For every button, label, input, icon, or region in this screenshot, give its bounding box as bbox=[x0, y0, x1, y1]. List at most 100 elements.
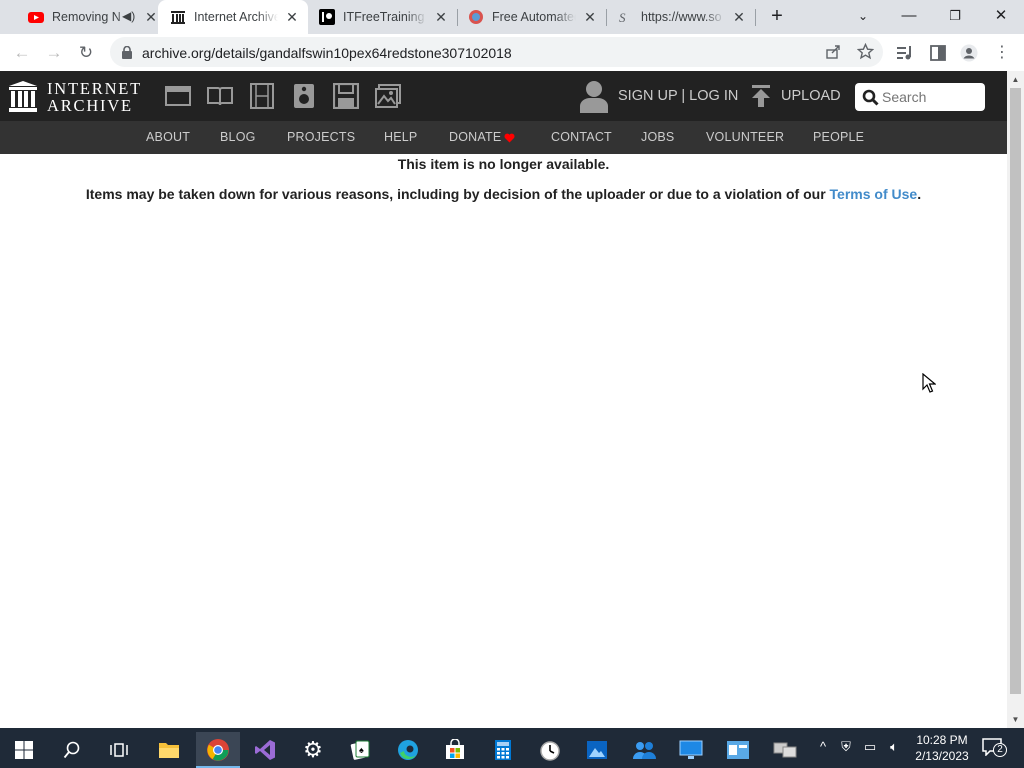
monitor-icon bbox=[679, 740, 703, 759]
signup-login-link[interactable]: SIGN UP | LOG IN bbox=[618, 88, 738, 104]
clock-app-button[interactable] bbox=[528, 732, 572, 768]
network-icon[interactable]: ▭ bbox=[861, 738, 879, 756]
system-clock[interactable]: 10:28 PM 2/13/2023 bbox=[912, 732, 972, 764]
store-button[interactable] bbox=[433, 732, 477, 768]
ia-logo[interactable]: INTERNET ARCHIVE bbox=[9, 80, 144, 114]
nav-contact[interactable]: CONTACT bbox=[551, 130, 612, 144]
side-panel-icon[interactable] bbox=[929, 44, 947, 62]
system-window-icon bbox=[727, 741, 749, 759]
page-scrollbar[interactable]: ▲ ▼ bbox=[1007, 71, 1024, 728]
task-view-button[interactable] bbox=[97, 732, 141, 768]
upload-link[interactable]: UPLOAD bbox=[781, 88, 841, 104]
upload-icon[interactable] bbox=[751, 84, 771, 108]
close-tab-icon[interactable]: ✕ bbox=[433, 9, 449, 25]
windows-logo-icon bbox=[15, 741, 33, 759]
media-control-icon[interactable] bbox=[896, 44, 914, 62]
message-suffix: . bbox=[917, 186, 922, 202]
video-film-icon[interactable] bbox=[249, 83, 275, 109]
close-window-button[interactable]: ✕ bbox=[986, 2, 1016, 30]
photos-icon bbox=[587, 741, 607, 759]
share-icon[interactable] bbox=[825, 44, 841, 60]
scrollbar-thumb[interactable] bbox=[1010, 88, 1021, 694]
clock-date: 2/13/2023 bbox=[915, 749, 969, 763]
reload-button[interactable]: ↻ bbox=[74, 41, 98, 65]
tab-itfreetraining[interactable]: ITFreeTraining | ✕ bbox=[308, 0, 458, 34]
start-button[interactable] bbox=[2, 732, 46, 768]
images-icon[interactable] bbox=[375, 83, 401, 109]
nav-jobs[interactable]: JOBS bbox=[641, 130, 674, 144]
nav-people[interactable]: PEOPLE bbox=[813, 130, 864, 144]
scroll-up-arrow[interactable]: ▲ bbox=[1007, 71, 1024, 88]
speaker-icon[interactable]: ◀) bbox=[122, 9, 135, 23]
patreon-icon bbox=[319, 9, 335, 25]
profile-avatar-icon[interactable] bbox=[960, 44, 978, 62]
edge-button[interactable] bbox=[386, 732, 430, 768]
message-prefix: Items may be taken down for various reas… bbox=[85, 186, 830, 202]
close-tab-icon[interactable]: ✕ bbox=[582, 9, 598, 25]
file-explorer-button[interactable] bbox=[147, 732, 191, 768]
new-tab-button[interactable]: + bbox=[762, 2, 792, 30]
ia-nav-bar: ABOUT BLOG PROJECTS HELP DONATE CONTACT … bbox=[0, 121, 1007, 154]
solitaire-button[interactable]: ♠ bbox=[338, 732, 382, 768]
chrome-icon bbox=[207, 739, 229, 761]
photos-button[interactable] bbox=[575, 732, 619, 768]
url-text[interactable]: archive.org/details/gandalfswin10pex64re… bbox=[142, 45, 512, 61]
folder-icon bbox=[159, 743, 179, 758]
audio-speaker-icon[interactable] bbox=[291, 83, 317, 109]
minimize-button[interactable]: — bbox=[894, 2, 924, 30]
network-app-button[interactable] bbox=[763, 732, 807, 768]
tab-youtube[interactable]: Removing N ◀) ✕ bbox=[8, 0, 158, 34]
youtube-icon bbox=[28, 12, 44, 23]
nav-volunteer[interactable]: VOLUNTEER bbox=[706, 130, 784, 144]
tab-https-www[interactable]: S https://www.so ✕ bbox=[607, 0, 755, 34]
texts-book-icon[interactable] bbox=[207, 83, 233, 109]
tab-internet-archive[interactable]: Internet Archive ✕ bbox=[158, 0, 308, 34]
search-box[interactable] bbox=[855, 83, 985, 111]
store-bag-icon bbox=[446, 739, 464, 759]
chrome-menu-button[interactable]: ⋮ bbox=[990, 41, 1014, 65]
bookmark-star-icon[interactable] bbox=[857, 43, 874, 60]
user-icon[interactable] bbox=[579, 80, 609, 113]
terms-of-use-link[interactable]: Terms of Use bbox=[830, 186, 918, 202]
security-icon[interactable]: ⛨ bbox=[837, 738, 855, 756]
task-view-icon bbox=[110, 743, 128, 757]
close-tab-icon[interactable]: ✕ bbox=[143, 9, 159, 25]
search-taskbar-button[interactable] bbox=[50, 732, 94, 768]
chrome-taskbar-button[interactable] bbox=[196, 732, 240, 768]
tab-free-automated[interactable]: Free Automated ✕ bbox=[458, 0, 606, 34]
tab-title: Free Automated bbox=[492, 10, 576, 24]
notification-count: 2 bbox=[993, 743, 1007, 757]
restore-button[interactable]: ❐ bbox=[940, 2, 970, 30]
software-floppy-icon[interactable] bbox=[333, 83, 359, 109]
system-info-button[interactable] bbox=[716, 732, 760, 768]
nav-donate[interactable]: DONATE bbox=[449, 130, 501, 144]
remote-desktop-button[interactable] bbox=[669, 732, 713, 768]
scroll-down-arrow[interactable]: ▼ bbox=[1007, 711, 1024, 728]
heart-icon[interactable] bbox=[504, 133, 515, 143]
tab-search-button[interactable]: ⌄ bbox=[848, 2, 878, 30]
nav-blog[interactable]: BLOG bbox=[220, 130, 256, 144]
web-archive-icon[interactable] bbox=[165, 83, 191, 109]
site-globe-icon bbox=[469, 10, 483, 24]
nav-projects[interactable]: PROJECTS bbox=[287, 130, 355, 144]
forward-button[interactable]: → bbox=[42, 41, 66, 65]
close-tab-icon[interactable]: ✕ bbox=[284, 9, 300, 25]
lock-icon[interactable] bbox=[121, 46, 133, 59]
search-input[interactable] bbox=[882, 87, 980, 107]
calculator-icon bbox=[495, 740, 511, 760]
settings-button[interactable]: ⚙ bbox=[291, 732, 335, 768]
address-bar[interactable]: archive.org/details/gandalfswin10pex64re… bbox=[110, 37, 883, 67]
nav-about[interactable]: ABOUT bbox=[146, 130, 190, 144]
close-tab-icon[interactable]: ✕ bbox=[731, 9, 747, 25]
visual-studio-button[interactable] bbox=[243, 732, 287, 768]
search-icon[interactable] bbox=[862, 89, 879, 106]
people-button[interactable] bbox=[622, 732, 666, 768]
ia-top-bar: INTERNET ARCHIVE SIGN UP | LOG IN UPLOAD… bbox=[0, 71, 1007, 121]
calculator-button[interactable] bbox=[481, 732, 525, 768]
notification-center-button[interactable]: 2 bbox=[980, 736, 1010, 760]
nav-help[interactable]: HELP bbox=[384, 130, 417, 144]
cards-icon: ♠ bbox=[350, 740, 370, 760]
back-button[interactable]: ← bbox=[10, 41, 34, 65]
show-hidden-icons-button[interactable]: ^ bbox=[814, 738, 832, 756]
volume-icon[interactable]: 🔈︎ bbox=[885, 738, 903, 756]
